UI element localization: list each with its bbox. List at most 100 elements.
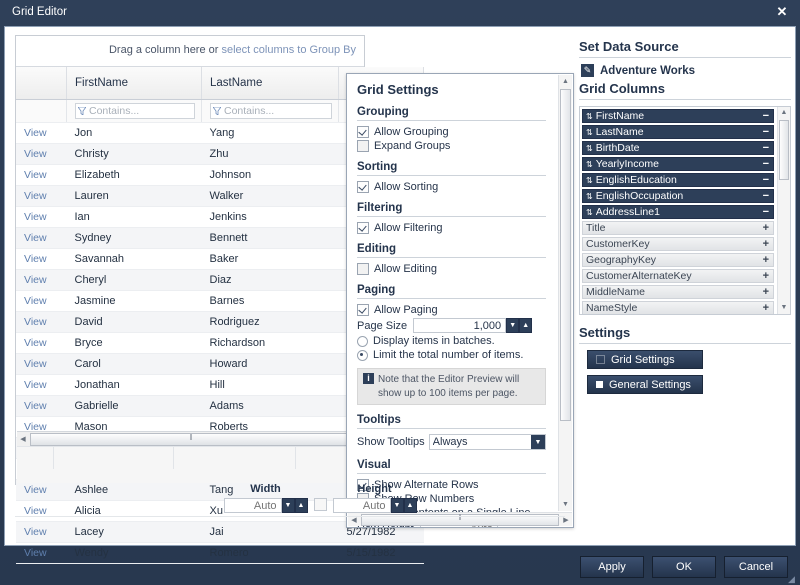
edit-pencil-icon[interactable]: ✎ xyxy=(581,64,594,77)
option-allow-grouping[interactable]: Allow Grouping xyxy=(357,126,546,138)
grid-column-selected[interactable]: ⇅ AddressLine1 − xyxy=(582,205,774,219)
grid-column-available[interactable]: GeographyKey + xyxy=(582,253,774,267)
view-link[interactable]: View xyxy=(24,253,47,265)
row-view-cell[interactable]: View xyxy=(16,227,67,249)
row-view-cell[interactable]: View xyxy=(16,290,67,312)
row-view-cell[interactable]: View xyxy=(16,248,67,270)
row-view-cell[interactable]: View xyxy=(16,374,67,396)
resize-grip-icon[interactable]: ◢ xyxy=(788,574,798,584)
width-input[interactable] xyxy=(223,498,282,513)
close-icon[interactable]: ✕ xyxy=(774,4,790,20)
columns-vertical-scrollbar[interactable]: ▲ ▼ xyxy=(777,107,790,314)
drag-handle-icon[interactable]: ⇅ xyxy=(586,208,593,217)
drag-handle-icon[interactable]: ⇅ xyxy=(586,128,593,137)
ok-button[interactable]: OK xyxy=(652,556,716,578)
view-link[interactable]: View xyxy=(24,169,47,181)
grid-column-selected[interactable]: ⇅ LastName − xyxy=(582,125,774,139)
page-size-stepper[interactable]: ▼ ▲ xyxy=(413,318,533,333)
remove-column-icon[interactable]: − xyxy=(763,190,769,202)
width-up-icon[interactable]: ▲ xyxy=(294,498,308,513)
column-header-view[interactable] xyxy=(16,67,67,100)
show-tooltips-select[interactable]: Always xyxy=(428,434,546,450)
grid-column-selected[interactable]: ⇅ BirthDate − xyxy=(582,141,774,155)
view-link[interactable]: View xyxy=(24,379,47,391)
drag-handle-icon[interactable]: ⇅ xyxy=(586,160,593,169)
row-view-cell[interactable]: View xyxy=(16,353,67,375)
row-view-cell[interactable]: View xyxy=(16,332,67,354)
page-size-down-icon[interactable]: ▼ xyxy=(506,318,520,333)
option-allow-sorting[interactable]: Allow Sorting xyxy=(357,181,546,193)
view-link[interactable]: View xyxy=(24,358,47,370)
option-allow-editing[interactable]: Allow Editing xyxy=(357,263,546,275)
grid-column-selected[interactable]: ⇅ YearlyIncome − xyxy=(582,157,774,171)
add-column-icon[interactable]: + xyxy=(763,270,769,282)
add-column-icon[interactable]: + xyxy=(763,238,769,250)
drag-handle-icon[interactable]: ⇅ xyxy=(586,144,593,153)
grid-horizontal-scrollbar[interactable]: ◀ ▶ xyxy=(17,431,365,446)
group-by-drop-area[interactable]: Drag a column here or select columns to … xyxy=(16,36,364,67)
scroll-up-icon[interactable]: ▲ xyxy=(778,107,790,119)
scroll-up-icon[interactable]: ▲ xyxy=(559,75,572,88)
checkbox-allow-filtering[interactable] xyxy=(357,222,369,234)
view-link[interactable]: View xyxy=(24,316,47,328)
row-view-cell[interactable]: View xyxy=(16,122,67,144)
option-expand-groups[interactable]: Expand Groups xyxy=(357,140,546,152)
view-link[interactable]: View xyxy=(24,274,47,286)
grid-column-available[interactable]: CustomerAlternateKey + xyxy=(582,269,774,283)
width-down-icon[interactable]: ▼ xyxy=(281,498,295,513)
drag-handle-icon[interactable]: ⇅ xyxy=(586,112,593,121)
scroll-thumb[interactable] xyxy=(560,89,571,421)
view-link[interactable]: View xyxy=(24,400,47,412)
grid-column-selected[interactable]: ⇅ EnglishOccupation − xyxy=(582,189,774,203)
page-size-input[interactable] xyxy=(413,318,507,333)
select-columns-link[interactable]: select columns to Group By xyxy=(221,44,356,56)
row-view-cell[interactable]: View xyxy=(16,206,67,228)
view-link[interactable]: View xyxy=(24,190,47,202)
show-tooltips-select-wrap[interactable]: Always ▼ xyxy=(428,434,546,450)
page-size-up-icon[interactable]: ▲ xyxy=(519,318,533,333)
drag-handle-icon[interactable]: ⇅ xyxy=(586,176,593,185)
grid-column-available[interactable]: NameStyle + xyxy=(582,301,774,314)
grid-settings-button[interactable]: Grid Settings xyxy=(587,350,703,369)
view-link[interactable]: View xyxy=(24,211,47,223)
scroll-thumb[interactable] xyxy=(30,432,352,446)
view-link[interactable]: View xyxy=(24,148,47,160)
filter-cell-lastname[interactable]: Contains... xyxy=(201,99,339,123)
row-view-cell[interactable]: View xyxy=(16,311,67,333)
data-source-row[interactable]: ✎ Adventure Works xyxy=(581,64,791,77)
row-view-cell[interactable]: View xyxy=(16,185,67,207)
radio-display-batches[interactable] xyxy=(357,335,368,347)
lock-aspect-checkbox[interactable] xyxy=(313,498,327,511)
grid-column-available[interactable]: MiddleName + xyxy=(582,285,774,299)
scroll-left-icon[interactable]: ◀ xyxy=(17,435,29,443)
row-view-cell[interactable]: View xyxy=(16,164,67,186)
remove-column-icon[interactable]: − xyxy=(763,110,769,122)
option-limit-total[interactable]: Limit the total number of items. xyxy=(357,349,546,361)
column-header-firstname[interactable]: FirstName xyxy=(66,67,202,100)
grid-column-available[interactable]: CustomerKey + xyxy=(582,237,774,251)
drag-handle-icon[interactable]: ⇅ xyxy=(586,192,593,201)
remove-column-icon[interactable]: − xyxy=(763,206,769,218)
width-stepper[interactable]: ▼ ▲ xyxy=(223,498,308,513)
height-up-icon[interactable]: ▲ xyxy=(403,498,417,513)
general-settings-button[interactable]: General Settings xyxy=(587,375,703,394)
cancel-button[interactable]: Cancel xyxy=(724,556,788,578)
view-link[interactable]: View xyxy=(24,232,47,244)
settings-vertical-scrollbar[interactable]: ▲ ▼ xyxy=(558,75,572,511)
remove-column-icon[interactable]: − xyxy=(763,126,769,138)
view-link[interactable]: View xyxy=(24,295,47,307)
apply-button[interactable]: Apply xyxy=(580,556,644,578)
scroll-down-icon[interactable]: ▼ xyxy=(778,302,790,314)
grid-column-selected[interactable]: ⇅ FirstName − xyxy=(582,109,774,123)
checkbox-allow-sorting[interactable] xyxy=(357,181,369,193)
add-column-icon[interactable]: + xyxy=(763,222,769,234)
add-column-icon[interactable]: + xyxy=(763,302,769,314)
checkbox-allow-paging[interactable] xyxy=(357,304,369,316)
option-display-batches[interactable]: Display items in batches. xyxy=(357,335,546,347)
view-link[interactable]: View xyxy=(24,337,47,349)
add-column-icon[interactable]: + xyxy=(763,286,769,298)
option-allow-paging[interactable]: Allow Paging xyxy=(357,304,546,316)
height-down-icon[interactable]: ▼ xyxy=(390,498,404,513)
checkbox-expand-groups[interactable] xyxy=(357,140,369,152)
remove-column-icon[interactable]: − xyxy=(763,174,769,186)
